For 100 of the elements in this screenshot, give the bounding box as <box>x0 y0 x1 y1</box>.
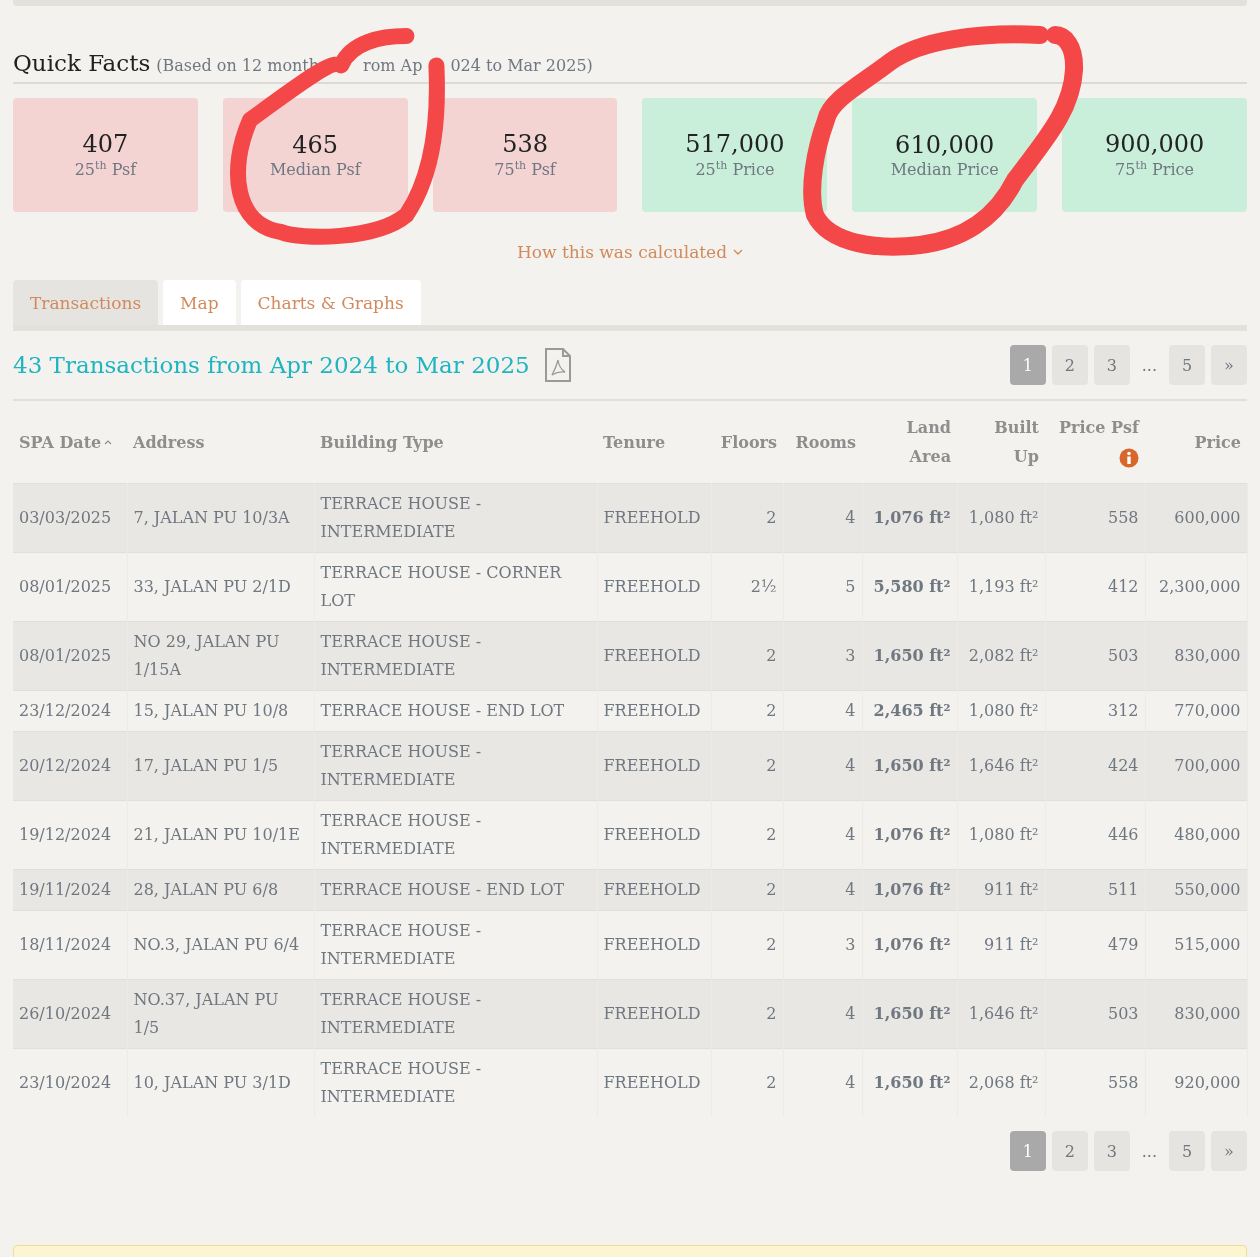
column-header[interactable]: Price <box>1194 432 1241 452</box>
page-button[interactable]: » <box>1211 1131 1247 1171</box>
table-cell: 1,080 ft² <box>957 800 1045 870</box>
table-cell: 2 <box>711 910 783 980</box>
table-cell: 1,080 ft² <box>957 690 1045 732</box>
table-cell: 2,082 ft² <box>957 621 1045 691</box>
stat-value: 517,000 <box>685 130 785 160</box>
column-header[interactable]: Built Up <box>989 413 1039 471</box>
table-cell: NO.37, JALAN PU 1/5 <box>127 979 314 1049</box>
stat-value: 610,000 <box>895 131 995 160</box>
table-cell: FREEHOLD <box>597 621 711 691</box>
table-cell: TERRACE HOUSE - INTERMEDIATE <box>314 483 597 553</box>
table-cell: 2 <box>711 1048 783 1117</box>
page-button[interactable]: 5 <box>1169 345 1205 385</box>
table-cell: 550,000 <box>1145 869 1247 911</box>
table-cell: 1,193 ft² <box>957 552 1045 622</box>
table-cell: 19/12/2024 <box>13 800 127 870</box>
page-button[interactable]: » <box>1211 345 1247 385</box>
table-cell: 830,000 <box>1145 979 1247 1049</box>
table-cell: 1,650 ft² <box>862 731 957 801</box>
page-ellipsis: ... <box>1140 355 1158 375</box>
column-header[interactable]: Tenure <box>603 432 666 452</box>
column-header[interactable]: Rooms <box>795 432 856 452</box>
tab[interactable]: Transactions <box>13 280 159 325</box>
page-button[interactable]: 2 <box>1051 345 1088 385</box>
table-cell: 4 <box>783 869 862 911</box>
table-cell: 558 <box>1045 1048 1145 1117</box>
table-cell: 2 <box>711 621 783 691</box>
section-subtitle: rom Ap <box>363 56 423 75</box>
table-cell: 19/11/2024 <box>13 869 127 911</box>
table-cell: 10, JALAN PU 3/1D <box>127 1048 314 1117</box>
column-header[interactable]: Floors <box>720 432 777 452</box>
page-button[interactable]: 2 <box>1051 1131 1088 1171</box>
table-cell: 1,080 ft² <box>957 483 1045 553</box>
column-header[interactable]: Building Type <box>320 432 444 452</box>
table-cell: 2 <box>711 979 783 1049</box>
table-cell: 21, JALAN PU 10/1E <box>127 800 314 870</box>
column-header[interactable]: SPA Date <box>19 427 102 457</box>
table-cell: 4 <box>783 1048 862 1117</box>
stat-label: 75$^{th}$ Price <box>1115 159 1195 180</box>
table-cell: 2 <box>711 483 783 553</box>
column-header[interactable]: Price Psf <box>1059 418 1139 437</box>
stat-label: 25$^{th}$ Price <box>695 159 775 180</box>
table-cell: FREEHOLD <box>597 731 711 801</box>
page-button[interactable]: 3 <box>1093 345 1130 385</box>
table-cell: 08/01/2025 <box>13 621 127 691</box>
page-button[interactable]: 5 <box>1169 1131 1205 1171</box>
page-button[interactable]: 3 <box>1093 1131 1130 1171</box>
table-cell: 23/12/2024 <box>13 690 127 732</box>
table-cell: TERRACE HOUSE - CORNER LOT <box>314 552 597 622</box>
table-cell: 28, JALAN PU 6/8 <box>127 869 314 911</box>
table-cell: 2,300,000 <box>1145 552 1247 622</box>
table-cell: TERRACE HOUSE - END LOT <box>314 690 597 732</box>
calculation-link[interactable]: How this was calculated <box>516 242 744 262</box>
table-cell: 1,650 ft² <box>862 621 957 691</box>
table-cell: 770,000 <box>1145 690 1247 732</box>
page-button[interactable]: 1 <box>1009 345 1046 385</box>
table-cell: 511 <box>1045 869 1145 911</box>
table-cell: 1,076 ft² <box>862 800 957 870</box>
table-cell: 4 <box>783 800 862 870</box>
section-title: Quick Facts <box>13 50 151 76</box>
table-cell: FREEHOLD <box>597 690 711 732</box>
table-cell: 515,000 <box>1145 910 1247 980</box>
table-cell: 7, JALAN PU 10/3A <box>127 483 314 553</box>
table-cell: FREEHOLD <box>597 979 711 1049</box>
stat-value: 538 <box>502 130 548 160</box>
table-cell: 03/03/2025 <box>13 483 127 553</box>
table-cell: 1,646 ft² <box>957 979 1045 1049</box>
table-cell: 5,580 ft² <box>862 552 957 622</box>
table-cell: 2 <box>711 869 783 911</box>
column-header[interactable]: Land Area <box>901 413 951 471</box>
page-button[interactable]: 1 <box>1009 1131 1046 1171</box>
table-cell: 1,076 ft² <box>862 483 957 553</box>
table-cell: 920,000 <box>1145 1048 1247 1117</box>
table-cell: 3 <box>783 910 862 980</box>
table-cell: 26/10/2024 <box>13 979 127 1049</box>
table-cell: 1,076 ft² <box>862 910 957 980</box>
stat-label: Median Psf <box>269 159 361 179</box>
table-cell: 2 <box>711 800 783 870</box>
column-header[interactable]: Address <box>133 432 205 452</box>
table-cell: 2,465 ft² <box>862 690 957 732</box>
table-cell: 17, JALAN PU 1/5 <box>127 731 314 801</box>
table-cell: 4 <box>783 731 862 801</box>
table-cell: 4 <box>783 979 862 1049</box>
page-ellipsis: ... <box>1140 1141 1158 1161</box>
table-cell: 558 <box>1045 483 1145 553</box>
table-cell: 23/10/2024 <box>13 1048 127 1117</box>
table-cell: TERRACE HOUSE - INTERMEDIATE <box>314 621 597 691</box>
table-cell: 20/12/2024 <box>13 731 127 801</box>
table-cell: 18/11/2024 <box>13 910 127 980</box>
table-cell: TERRACE HOUSE - INTERMEDIATE <box>314 800 597 870</box>
table-cell: 479 <box>1045 910 1145 980</box>
tab[interactable]: Charts & Graphs <box>240 280 421 325</box>
stat-label: 75$^{th}$ Psf <box>494 159 556 180</box>
table-cell: TERRACE HOUSE - INTERMEDIATE <box>314 731 597 801</box>
table-cell: FREEHOLD <box>597 552 711 622</box>
stat-value: 407 <box>82 130 129 160</box>
table-cell: 1,076 ft² <box>862 869 957 911</box>
tab[interactable]: Map <box>163 280 236 325</box>
stat-value: 465 <box>292 131 339 160</box>
